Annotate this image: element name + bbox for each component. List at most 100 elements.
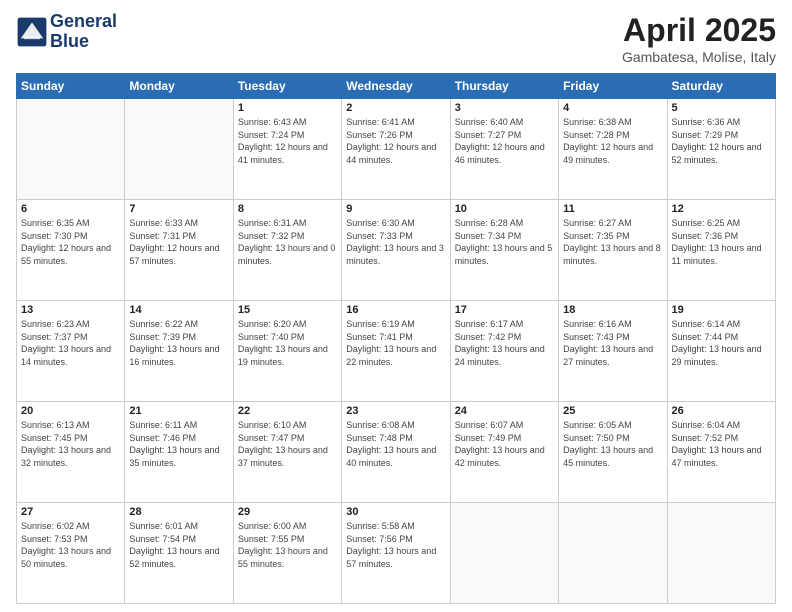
day-info: Sunrise: 6:22 AM Sunset: 7:39 PM Dayligh… — [129, 318, 228, 368]
day-info: Sunrise: 6:23 AM Sunset: 7:37 PM Dayligh… — [21, 318, 120, 368]
calendar-header: Sunday Monday Tuesday Wednesday Thursday… — [17, 74, 776, 99]
day-number: 27 — [21, 506, 120, 518]
calendar-cell: 30Sunrise: 5:58 AM Sunset: 7:56 PM Dayli… — [342, 503, 450, 604]
day-number: 5 — [672, 102, 771, 114]
calendar-cell: 14 Sunrise: 6:22 AM Sunset: 7:39 PM Dayli… — [125, 301, 233, 402]
page: General Blue April 2025 Gambatesa, Molis… — [0, 0, 792, 612]
day-info: Sunrise: 6:19 AM Sunset: 7:41 PM Dayligh… — [346, 318, 445, 368]
day-number: 9 — [346, 203, 445, 215]
calendar-cell — [450, 503, 558, 604]
calendar-body: 1Sunrise: 6:43 AM Sunset: 7:24 PM Daylig… — [17, 99, 776, 604]
day-info: Sunrise: 6:33 AM Sunset: 7:31 PM Dayligh… — [129, 217, 228, 267]
col-tuesday: Tuesday — [233, 74, 341, 99]
day-number: 24 — [455, 405, 554, 417]
calendar-cell: 20 Sunrise: 6:13 AM Sunset: 7:45 PM Dayli… — [17, 402, 125, 503]
calendar-cell: 5 Sunrise: 6:36 AM Sunset: 7:29 PM Daylig… — [667, 99, 775, 200]
day-number: 10 — [455, 203, 554, 215]
day-info: Sunrise: 6:40 AM Sunset: 7:27 PM Dayligh… — [455, 116, 554, 166]
calendar-cell — [125, 99, 233, 200]
day-number: 18 — [563, 304, 662, 316]
calendar-cell: 27Sunrise: 6:02 AM Sunset: 7:53 PM Dayli… — [17, 503, 125, 604]
day-info: Sunrise: 6:41 AM Sunset: 7:26 PM Dayligh… — [346, 116, 445, 166]
logo-text: General Blue — [50, 12, 117, 52]
day-info: Sunrise: 6:00 AM Sunset: 7:55 PM Dayligh… — [238, 520, 337, 570]
calendar-cell: 25 Sunrise: 6:05 AM Sunset: 7:50 PM Dayli… — [559, 402, 667, 503]
calendar-cell: 29 Sunrise: 6:00 AM Sunset: 7:55 PM Dayli… — [233, 503, 341, 604]
calendar-cell: 2 Sunrise: 6:41 AM Sunset: 7:26 PM Daylig… — [342, 99, 450, 200]
calendar-cell: 17Sunrise: 6:17 AM Sunset: 7:42 PM Dayli… — [450, 301, 558, 402]
calendar-cell: 28 Sunrise: 6:01 AM Sunset: 7:54 PM Dayli… — [125, 503, 233, 604]
day-info: Sunrise: 6:14 AM Sunset: 7:44 PM Dayligh… — [672, 318, 771, 368]
logo: General Blue — [16, 12, 117, 52]
col-friday: Friday — [559, 74, 667, 99]
calendar-cell: 24 Sunrise: 6:07 AM Sunset: 7:49 PM Dayli… — [450, 402, 558, 503]
day-number: 25 — [563, 405, 662, 417]
calendar-cell: 26 Sunrise: 6:04 AM Sunset: 7:52 PM Dayli… — [667, 402, 775, 503]
calendar-cell: 8Sunrise: 6:31 AM Sunset: 7:32 PM Daylig… — [233, 200, 341, 301]
day-info: Sunrise: 6:17 AM Sunset: 7:42 PM Dayligh… — [455, 318, 554, 368]
day-number: 13 — [21, 304, 120, 316]
day-number: 6 — [21, 203, 120, 215]
calendar-cell: 12 Sunrise: 6:25 AM Sunset: 7:36 PM Dayli… — [667, 200, 775, 301]
day-info: Sunrise: 6:07 AM Sunset: 7:49 PM Dayligh… — [455, 419, 554, 469]
title-block: April 2025 Gambatesa, Molise, Italy — [622, 12, 776, 65]
day-info: Sunrise: 5:58 AM Sunset: 7:56 PM Dayligh… — [346, 520, 445, 570]
calendar-week-2: 6 Sunrise: 6:35 AM Sunset: 7:30 PM Daylig… — [17, 200, 776, 301]
day-info: Sunrise: 6:28 AM Sunset: 7:34 PM Dayligh… — [455, 217, 554, 267]
calendar-cell — [667, 503, 775, 604]
day-number: 14 — [129, 304, 228, 316]
day-number: 29 — [238, 506, 337, 518]
day-number: 12 — [672, 203, 771, 215]
day-info: Sunrise: 6:20 AM Sunset: 7:40 PM Dayligh… — [238, 318, 337, 368]
calendar-cell: 3 Sunrise: 6:40 AM Sunset: 7:27 PM Daylig… — [450, 99, 558, 200]
day-info: Sunrise: 6:16 AM Sunset: 7:43 PM Dayligh… — [563, 318, 662, 368]
day-info: Sunrise: 6:04 AM Sunset: 7:52 PM Dayligh… — [672, 419, 771, 469]
calendar-cell — [559, 503, 667, 604]
calendar-week-3: 13 Sunrise: 6:23 AM Sunset: 7:37 PM Dayli… — [17, 301, 776, 402]
day-number: 28 — [129, 506, 228, 518]
day-info: Sunrise: 6:38 AM Sunset: 7:28 PM Dayligh… — [563, 116, 662, 166]
day-number: 11 — [563, 203, 662, 215]
day-number: 1 — [238, 102, 337, 114]
day-number: 21 — [129, 405, 228, 417]
day-info: Sunrise: 6:01 AM Sunset: 7:54 PM Dayligh… — [129, 520, 228, 570]
calendar-cell: 1Sunrise: 6:43 AM Sunset: 7:24 PM Daylig… — [233, 99, 341, 200]
calendar-cell: 16 Sunrise: 6:19 AM Sunset: 7:41 PM Dayli… — [342, 301, 450, 402]
day-number: 26 — [672, 405, 771, 417]
calendar-cell — [17, 99, 125, 200]
calendar-cell: 18 Sunrise: 6:16 AM Sunset: 7:43 PM Dayli… — [559, 301, 667, 402]
col-monday: Monday — [125, 74, 233, 99]
calendar-cell: 6 Sunrise: 6:35 AM Sunset: 7:30 PM Daylig… — [17, 200, 125, 301]
calendar-cell: 13 Sunrise: 6:23 AM Sunset: 7:37 PM Dayli… — [17, 301, 125, 402]
day-number: 3 — [455, 102, 554, 114]
day-info: Sunrise: 6:25 AM Sunset: 7:36 PM Dayligh… — [672, 217, 771, 267]
calendar-cell: 23Sunrise: 6:08 AM Sunset: 7:48 PM Dayli… — [342, 402, 450, 503]
day-info: Sunrise: 6:05 AM Sunset: 7:50 PM Dayligh… — [563, 419, 662, 469]
calendar-table: Sunday Monday Tuesday Wednesday Thursday… — [16, 73, 776, 604]
day-number: 8 — [238, 203, 337, 215]
day-info: Sunrise: 6:36 AM Sunset: 7:29 PM Dayligh… — [672, 116, 771, 166]
calendar-cell: 19Sunrise: 6:14 AM Sunset: 7:44 PM Dayli… — [667, 301, 775, 402]
day-number: 4 — [563, 102, 662, 114]
col-saturday: Saturday — [667, 74, 775, 99]
day-number: 20 — [21, 405, 120, 417]
day-info: Sunrise: 6:10 AM Sunset: 7:47 PM Dayligh… — [238, 419, 337, 469]
logo-icon — [16, 16, 48, 48]
calendar-cell: 10 Sunrise: 6:28 AM Sunset: 7:34 PM Dayli… — [450, 200, 558, 301]
calendar-cell: 9Sunrise: 6:30 AM Sunset: 7:33 PM Daylig… — [342, 200, 450, 301]
calendar-cell: 21 Sunrise: 6:11 AM Sunset: 7:46 PM Dayli… — [125, 402, 233, 503]
day-number: 2 — [346, 102, 445, 114]
calendar-cell: 4 Sunrise: 6:38 AM Sunset: 7:28 PM Daylig… — [559, 99, 667, 200]
day-number: 22 — [238, 405, 337, 417]
day-info: Sunrise: 6:27 AM Sunset: 7:35 PM Dayligh… — [563, 217, 662, 267]
day-number: 7 — [129, 203, 228, 215]
calendar-week-4: 20 Sunrise: 6:13 AM Sunset: 7:45 PM Dayli… — [17, 402, 776, 503]
calendar-week-1: 1Sunrise: 6:43 AM Sunset: 7:24 PM Daylig… — [17, 99, 776, 200]
day-info: Sunrise: 6:11 AM Sunset: 7:46 PM Dayligh… — [129, 419, 228, 469]
calendar-cell: 22 Sunrise: 6:10 AM Sunset: 7:47 PM Dayli… — [233, 402, 341, 503]
location: Gambatesa, Molise, Italy — [622, 49, 776, 65]
day-info: Sunrise: 6:13 AM Sunset: 7:45 PM Dayligh… — [21, 419, 120, 469]
day-number: 16 — [346, 304, 445, 316]
day-info: Sunrise: 6:35 AM Sunset: 7:30 PM Dayligh… — [21, 217, 120, 267]
calendar-cell: 11 Sunrise: 6:27 AM Sunset: 7:35 PM Dayli… — [559, 200, 667, 301]
